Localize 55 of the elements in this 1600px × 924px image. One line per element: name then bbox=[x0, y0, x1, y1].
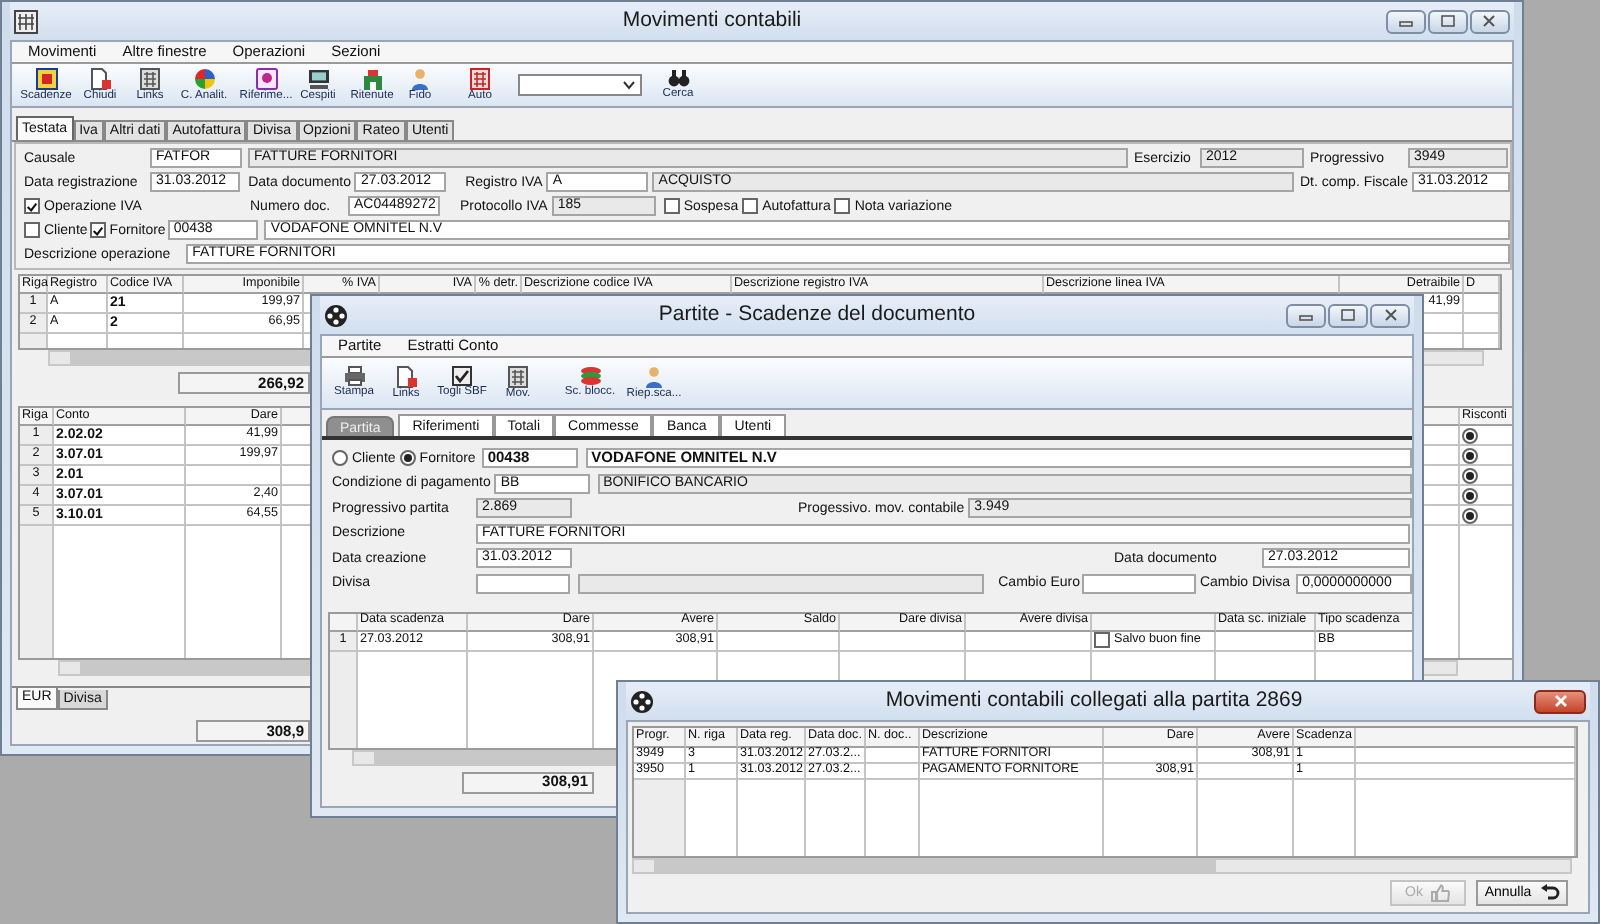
row-header bbox=[20, 526, 54, 658]
grid-icon bbox=[470, 67, 490, 90]
thumbs-up-icon bbox=[1430, 884, 1451, 902]
close-button[interactable] bbox=[1469, 9, 1510, 33]
app-icon bbox=[324, 303, 348, 327]
window-title: Movimenti contabili bbox=[622, 10, 802, 32]
printer-icon bbox=[343, 366, 365, 387]
window-title: Partite - Scadenze del documento bbox=[658, 304, 976, 326]
input-field[interactable] bbox=[578, 573, 985, 593]
checkmark-icon bbox=[26, 199, 38, 213]
row-header bbox=[634, 780, 686, 856]
restore-button[interactable] bbox=[1427, 9, 1468, 33]
document-icon bbox=[395, 365, 417, 388]
row-header bbox=[20, 334, 48, 348]
app-icon bbox=[14, 9, 38, 33]
restore-button[interactable] bbox=[1328, 303, 1368, 327]
close-icon bbox=[1383, 308, 1397, 322]
grid-icon bbox=[140, 67, 160, 90]
restore-icon bbox=[1439, 14, 1456, 28]
app-icon bbox=[630, 689, 654, 713]
radio-button[interactable] bbox=[1462, 487, 1478, 503]
scrollbar[interactable] bbox=[632, 858, 1572, 874]
input-field[interactable] bbox=[476, 573, 571, 593]
calendar-icon bbox=[35, 67, 57, 90]
person-icon bbox=[410, 67, 430, 90]
minimize-icon bbox=[1298, 309, 1314, 321]
minimize-button[interactable] bbox=[1385, 9, 1426, 33]
stack-icon bbox=[579, 366, 601, 387]
input-field[interactable] bbox=[1081, 573, 1196, 593]
document-icon bbox=[89, 67, 111, 90]
checkmark-icon bbox=[91, 223, 104, 237]
grid-icon bbox=[508, 365, 528, 388]
restore-icon bbox=[1340, 308, 1356, 322]
radio-button[interactable] bbox=[1462, 427, 1478, 443]
binoculars-icon bbox=[667, 68, 689, 89]
close-icon bbox=[1553, 694, 1567, 708]
undo-icon bbox=[1539, 884, 1560, 902]
close-icon bbox=[1482, 14, 1497, 28]
caret-icon bbox=[622, 80, 636, 90]
radio-button[interactable] bbox=[1462, 507, 1478, 523]
help-icon bbox=[255, 67, 277, 90]
minimize-icon bbox=[1397, 15, 1414, 27]
radio-button[interactable] bbox=[1462, 447, 1478, 463]
table-cell bbox=[1464, 294, 1500, 314]
close-button[interactable] bbox=[1370, 303, 1410, 327]
window-title: Movimenti contabili collegati alla partita 2869 bbox=[885, 690, 1303, 712]
monitor-icon bbox=[307, 67, 329, 90]
pie-chart-icon bbox=[193, 67, 215, 90]
building-icon bbox=[361, 67, 383, 90]
checkbox-icon bbox=[452, 366, 472, 387]
person-icon bbox=[644, 365, 664, 388]
dropdown[interactable] bbox=[518, 74, 642, 96]
minimize-button[interactable] bbox=[1286, 303, 1326, 327]
close-button[interactable] bbox=[1534, 689, 1586, 713]
radio-button[interactable] bbox=[1462, 467, 1478, 483]
